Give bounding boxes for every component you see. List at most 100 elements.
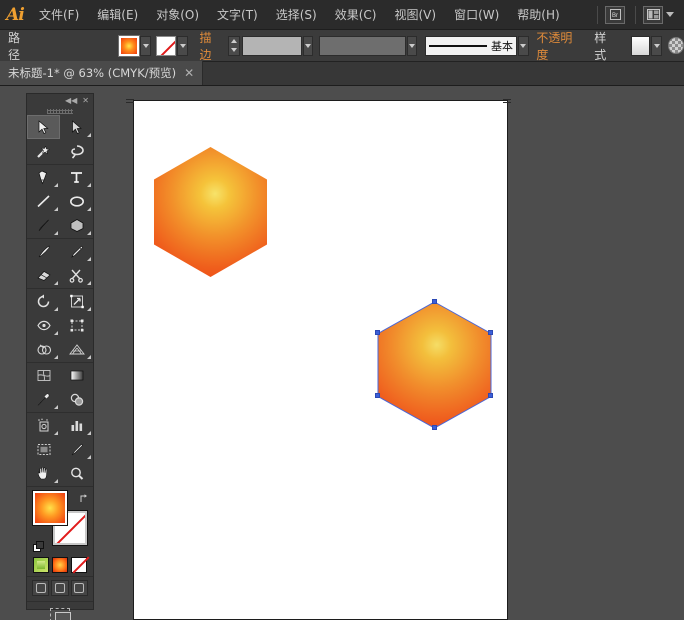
gradient-tool[interactable]: [60, 363, 93, 387]
rotate-tool[interactable]: [27, 289, 60, 313]
style-label[interactable]: 样式: [594, 29, 617, 63]
pencil-tool[interactable]: [60, 239, 93, 263]
menu-effect[interactable]: 效果(C): [326, 0, 386, 30]
default-fill-stroke-icon[interactable]: [33, 541, 45, 553]
tools-panel-drag-handle[interactable]: [27, 107, 93, 115]
stroke-profile-select[interactable]: [319, 36, 405, 56]
fullscreen-menubar-mode[interactable]: [51, 580, 68, 596]
column-graph-tool[interactable]: [60, 413, 93, 437]
zoom-tool[interactable]: [60, 461, 93, 485]
gradient-mode-button[interactable]: [52, 557, 68, 573]
shape-builder-tool[interactable]: [27, 337, 60, 361]
stroke-control[interactable]: [156, 36, 188, 56]
close-icon[interactable]: ✕: [82, 97, 89, 105]
stroke-chevron-down-icon[interactable]: [177, 36, 188, 56]
document-tab[interactable]: 未标题-1* @ 63% (CMYK/预览) ✕: [0, 61, 203, 85]
fill-swatch[interactable]: [119, 36, 139, 56]
type-tool[interactable]: [60, 165, 93, 189]
anchor-point-top[interactable]: [432, 299, 437, 304]
style-chevron-down-icon[interactable]: [651, 36, 662, 56]
brush-definition-chevron-down-icon[interactable]: [518, 36, 529, 56]
document-tab-bar: 未标题-1* @ 63% (CMYK/预览) ✕: [0, 62, 684, 86]
perspective-grid-tool[interactable]: [60, 337, 93, 361]
menu-divider-2: [635, 6, 636, 24]
close-icon[interactable]: ✕: [184, 67, 194, 79]
width-tool[interactable]: [27, 313, 60, 337]
menu-window[interactable]: 窗口(W): [445, 0, 508, 30]
stroke-swatch[interactable]: [156, 36, 176, 56]
stroke-profile-chevron-down-icon[interactable]: [407, 36, 418, 56]
tools-panel-header: ◀◀ ✕: [27, 94, 93, 107]
menu-view[interactable]: 视图(V): [385, 0, 445, 30]
magic-wand-tool[interactable]: [27, 139, 60, 163]
tool-group-paint: [27, 239, 93, 289]
svg-text:Br: Br: [612, 13, 618, 19]
menu-select[interactable]: 选择(S): [267, 0, 326, 30]
none-mode-button[interactable]: [71, 557, 87, 573]
direct-selection-tool[interactable]: [60, 115, 93, 139]
scissors-tool[interactable]: [60, 263, 93, 287]
menu-object[interactable]: 对象(O): [147, 0, 208, 30]
fill-control[interactable]: [119, 36, 151, 56]
hand-tool[interactable]: [27, 461, 60, 485]
blob-brush-tool[interactable]: [27, 239, 60, 263]
fill-color-gradient[interactable]: [33, 491, 67, 525]
hexagon-shape-1[interactable]: [154, 147, 267, 277]
arrange-documents-icon[interactable]: [643, 6, 663, 24]
anchor-point-bottom[interactable]: [432, 425, 437, 430]
tool-group-transform: [27, 289, 93, 363]
change-screen-mode-button[interactable]: [27, 601, 93, 620]
fullscreen-mode[interactable]: [71, 580, 88, 596]
scale-tool[interactable]: [60, 289, 93, 313]
paintbrush-tool[interactable]: [27, 213, 60, 237]
fill-chevron-down-icon[interactable]: [140, 36, 151, 56]
mesh-tool[interactable]: [27, 363, 60, 387]
opacity-label[interactable]: 不透明度: [536, 29, 582, 63]
polygon-shape-tool[interactable]: [60, 213, 93, 237]
stroke-weight-label[interactable]: 描边: [199, 29, 222, 63]
color-mode-button[interactable]: [33, 557, 49, 573]
brush-definition-select[interactable]: 基本: [425, 36, 517, 56]
slice-tool[interactable]: [60, 437, 93, 461]
anchor-point-bottom-left[interactable]: [375, 393, 380, 398]
menu-help[interactable]: 帮助(H): [508, 0, 568, 30]
line-segment-tool[interactable]: [27, 189, 60, 213]
ellipse-tool[interactable]: [60, 189, 93, 213]
free-transform-tool[interactable]: [60, 313, 93, 337]
screen-mode-bar: [27, 576, 93, 599]
anchor-point-bottom-right[interactable]: [488, 393, 493, 398]
stroke-weight-chevron-down-icon[interactable]: [303, 36, 314, 56]
document-setup-icon[interactable]: [668, 37, 684, 54]
pen-tool[interactable]: [27, 165, 60, 189]
arrange-chevron-down-icon[interactable]: [666, 12, 674, 17]
canvas-area[interactable]: [0, 86, 684, 620]
lasso-tool[interactable]: [60, 139, 93, 163]
tool-group-gradient: [27, 363, 93, 413]
hexagon-1-fill: [154, 147, 267, 277]
collapse-icon[interactable]: ◀◀: [65, 97, 77, 105]
stroke-weight-input[interactable]: [242, 36, 302, 56]
blend-tool[interactable]: [60, 387, 93, 411]
tools-panel: ◀◀ ✕: [26, 93, 94, 610]
eyedropper-tool[interactable]: [27, 387, 60, 411]
selection-tool[interactable]: [27, 115, 60, 139]
hexagon-2-selection-path: [378, 302, 491, 428]
swap-fill-stroke-icon[interactable]: [79, 490, 91, 502]
graphic-style-swatch[interactable]: [631, 36, 650, 56]
anchor-point-top-right[interactable]: [488, 330, 493, 335]
tool-group-symbol: [27, 413, 93, 487]
menu-file[interactable]: 文件(F): [30, 0, 88, 30]
menu-bar-right-tools: Br: [590, 6, 684, 24]
menu-edit[interactable]: 编辑(E): [88, 0, 147, 30]
hexagon-shape-2[interactable]: [378, 302, 491, 428]
eraser-tool[interactable]: [27, 263, 60, 287]
anchor-point-top-left[interactable]: [375, 330, 380, 335]
bridge-icon[interactable]: Br: [605, 6, 625, 24]
artboard-tool[interactable]: [27, 437, 60, 461]
normal-screen-mode[interactable]: [32, 580, 49, 596]
stroke-weight-stepper[interactable]: [228, 36, 240, 56]
color-mode-bar: [27, 553, 93, 576]
menu-type[interactable]: 文字(T): [208, 0, 267, 30]
artboard-corner-mark-left: [126, 97, 134, 105]
symbol-sprayer-tool[interactable]: [27, 413, 60, 437]
